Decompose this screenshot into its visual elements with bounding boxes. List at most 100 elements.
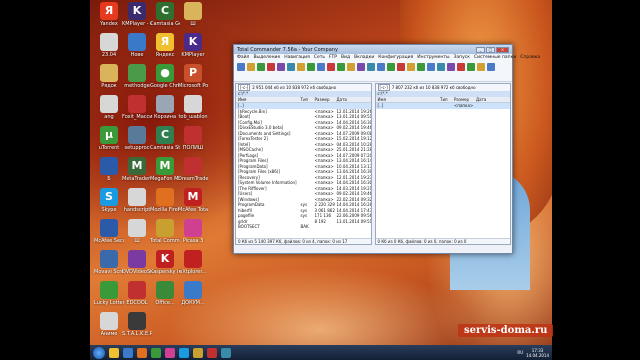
column-date[interactable]: Дата [335, 97, 371, 102]
menu-item[interactable]: Сеть [314, 55, 325, 61]
toolbar-button-icon[interactable] [267, 63, 275, 71]
desktop-icon[interactable]: ●Google Chrome [150, 64, 180, 89]
language-indicator[interactable]: RU [517, 350, 523, 355]
menu-item[interactable]: Вкладки [354, 55, 374, 61]
menu-item[interactable]: Инструменты [417, 55, 449, 61]
desktop-icon[interactable]: ang [94, 95, 124, 120]
file-row[interactable]: BOOTSECT BAK [236, 224, 371, 230]
taskbar-app-icon[interactable] [137, 347, 147, 358]
toolbar-button-icon[interactable] [277, 63, 285, 71]
minimize-button[interactable]: _ [476, 46, 485, 53]
taskbar-app-icon[interactable] [151, 347, 161, 358]
desktop-icon[interactable]: PMicrosoft PowerPo... [178, 64, 208, 89]
maximize-button[interactable]: □ [486, 46, 495, 53]
desktop-icon[interactable]: CCamtasia Studio 8 [150, 126, 180, 151]
menu-item[interactable]: Выделение [253, 55, 280, 61]
desktop-icon[interactable]: Б [94, 157, 124, 182]
taskbar-app-icon[interactable] [193, 347, 203, 358]
column-type[interactable]: Тип [438, 97, 452, 102]
toolbar-button-icon[interactable] [247, 63, 255, 71]
left-panel[interactable]: [-c-] 2 951 044 кб из 10 838 972 кб своб… [235, 83, 372, 245]
taskbar-app-icon[interactable] [179, 347, 189, 358]
menu-item[interactable]: Навигация [284, 55, 310, 61]
desktop-icon[interactable]: KKMPlayer - ярлык [122, 2, 152, 27]
file-row[interactable]: [..] <папка> [375, 103, 510, 109]
toolbar-button-icon[interactable] [327, 63, 335, 71]
desktop-icon[interactable]: McAfee Secu... [94, 219, 124, 244]
total-commander-window[interactable]: Total Commander 7.56a - Your Company _ □… [233, 44, 540, 254]
desktop-icon[interactable]: KKaspersky Internet S... [150, 250, 180, 275]
window-titlebar[interactable]: Total Commander 7.56a - Your Company _ □… [234, 45, 512, 54]
column-size[interactable]: Размер [313, 97, 335, 102]
desktop-icon[interactable]: CCamtasia Getting Star... [150, 2, 180, 27]
desktop-icon[interactable]: DVDVideoSoft Free Studio [122, 250, 152, 275]
menu-item[interactable]: FTP [329, 55, 337, 61]
toolbar-button-icon[interactable] [437, 63, 445, 71]
toolbar-button-icon[interactable] [387, 63, 395, 71]
right-panel[interactable]: [-c-] 7 807 232 кб из 10 838 972 кб своб… [374, 83, 511, 245]
toolbar-button-icon[interactable] [337, 63, 345, 71]
desktop-icon[interactable]: Picasa 3 [178, 219, 208, 244]
toolbar-button-icon[interactable] [297, 63, 305, 71]
desktop-icon[interactable]: setupproc [122, 126, 152, 151]
toolbar-button-icon[interactable] [357, 63, 365, 71]
desktop-icon[interactable]: 23.04 [94, 33, 124, 58]
menu-item[interactable]: Конфигурация [378, 55, 413, 61]
taskbar-app-icon[interactable] [207, 347, 217, 358]
toolbar-button-icon[interactable] [427, 63, 435, 71]
toolbar-button-icon[interactable] [257, 63, 265, 71]
toolbar-button-icon[interactable] [407, 63, 415, 71]
desktop-icon[interactable]: MMetaTrader 4 Global Tr... [122, 157, 152, 182]
desktop-icon[interactable]: Office... [150, 281, 180, 306]
menu-item[interactable]: Системные папки [474, 55, 516, 61]
drive-selector[interactable]: [-c-] [377, 84, 390, 91]
column-name[interactable]: Имя [236, 97, 299, 102]
toolbar-button-icon[interactable] [447, 63, 455, 71]
taskbar-app-icon[interactable] [221, 347, 231, 358]
toolbar-button-icon[interactable] [417, 63, 425, 71]
column-size[interactable]: Размер [452, 97, 474, 102]
desktop-icon[interactable]: S.T.A.L.K.E.R. Чистое Н... [122, 312, 152, 337]
desktop-icon[interactable]: Я Яндекс [150, 33, 180, 58]
desktop-icon[interactable]: MMegaFon Modem [150, 157, 180, 182]
close-button[interactable]: × [496, 46, 509, 53]
toolbar-button-icon[interactable] [287, 63, 295, 71]
desktop-icon[interactable]: S Skype [94, 188, 124, 213]
drive-selector[interactable]: [-c-] [238, 84, 251, 91]
taskbar-app-icon[interactable] [109, 347, 119, 358]
toolbar-button-icon[interactable] [397, 63, 405, 71]
clock[interactable]: 17:33 14.04.2014 [526, 348, 549, 358]
desktop-icon[interactable]: µ uTorrent [94, 126, 124, 151]
desktop-icon[interactable]: Lucky Lottery [94, 281, 124, 306]
desktop-icon[interactable]: DreamTrader 3.0 basic [178, 157, 208, 182]
desktop-icon[interactable]: Ш [122, 219, 152, 244]
desktop-icon[interactable]: Корзина [150, 95, 180, 120]
desktop-icon[interactable]: ДОКУМ... [178, 281, 208, 306]
desktop-icon[interactable]: Рядок [94, 64, 124, 89]
menu-item[interactable]: Вид [341, 55, 350, 61]
desktop-icon[interactable]: Movavi Scree... [94, 250, 124, 275]
desktop-icon[interactable]: MMcAfee Total Protect... [178, 188, 208, 213]
column-type[interactable]: Тип [299, 97, 313, 102]
toolbar-button-icon[interactable] [377, 63, 385, 71]
toolbar-button-icon[interactable] [367, 63, 375, 71]
menu-item[interactable]: Файл [237, 55, 249, 61]
toolbar-button-icon[interactable] [317, 63, 325, 71]
toolbar-button-icon[interactable] [457, 63, 465, 71]
desktop-icon[interactable]: K KMPlayer [178, 33, 208, 58]
toolbar-button-icon[interactable] [467, 63, 475, 71]
toolbar-button-icon[interactable] [477, 63, 485, 71]
toolbar-button-icon[interactable] [487, 63, 495, 71]
start-button[interactable] [93, 346, 105, 359]
desktop-icon[interactable]: eXtplorer... [178, 250, 208, 275]
desktop-icon[interactable]: Аниме [94, 312, 124, 337]
toolbar-button-icon[interactable] [347, 63, 355, 71]
desktop-icon[interactable]: tob_шablon [178, 95, 208, 120]
desktop-icon[interactable]: Ш [178, 2, 208, 27]
taskbar-app-icon[interactable] [123, 347, 133, 358]
desktop-icon[interactable]: Я Yandex [94, 2, 124, 27]
desktop-icon[interactable]: methodge [122, 64, 152, 89]
taskbar-app-icon[interactable] [165, 347, 175, 358]
desktop-icon[interactable]: Mozilla Firefox [150, 188, 180, 213]
desktop-icon[interactable]: EDCOOL [122, 281, 152, 306]
